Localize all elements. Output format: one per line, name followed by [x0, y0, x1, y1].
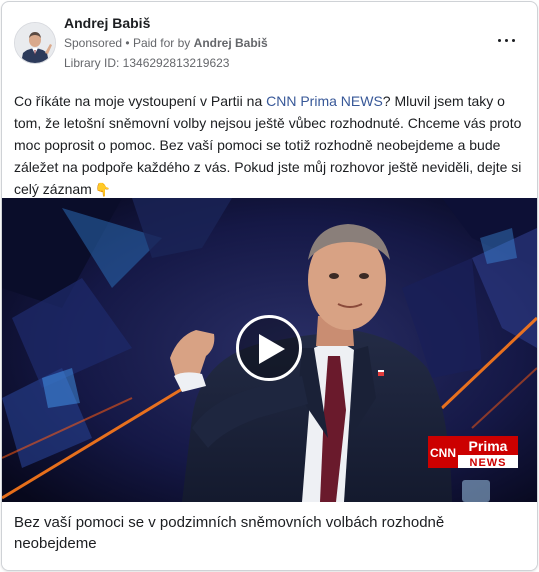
meta-bullet: •: [125, 36, 130, 50]
caption-title[interactable]: Bez vaší pomoci se v podzimních sněmovní…: [14, 512, 514, 554]
library-id: Library ID: 1346292813219623: [64, 56, 230, 70]
logo-cnn-text: CNN: [430, 446, 456, 460]
post-text-part-1: Co říkáte na moje vystoupení v Partii na: [14, 93, 267, 109]
paid-for-name: Andrej Babiš: [193, 36, 268, 50]
paid-for-label: Paid for by: [132, 36, 191, 50]
cnn-prima-news-logo: CNN Prima NEWS: [428, 436, 518, 468]
video-caption: Bez vaší pomoci se v podzimních sněmovní…: [2, 502, 537, 570]
avatar[interactable]: [14, 22, 56, 64]
post-text: Co říkáte na moje vystoupení v Partii na…: [14, 90, 529, 201]
more-options-button[interactable]: [496, 30, 518, 50]
ad-header: Andrej Babiš Sponsored • Paid for by And…: [2, 2, 537, 80]
logo-prima-text: Prima: [469, 438, 508, 454]
advertiser-name[interactable]: Andrej Babiš: [64, 15, 150, 31]
play-button[interactable]: [236, 315, 302, 381]
ad-meta: Sponsored • Paid for by Andrej Babiš: [64, 36, 268, 50]
logo-news-text: NEWS: [470, 457, 507, 468]
cnn-prima-news-link[interactable]: CNN Prima NEWS: [266, 93, 383, 109]
ad-card: Andrej Babiš Sponsored • Paid for by And…: [1, 1, 538, 571]
play-icon: [259, 334, 285, 364]
sponsored-label: Sponsored: [64, 36, 123, 50]
avatar-image: [15, 23, 55, 63]
video-thumbnail[interactable]: CNN Prima NEWS: [2, 198, 537, 502]
